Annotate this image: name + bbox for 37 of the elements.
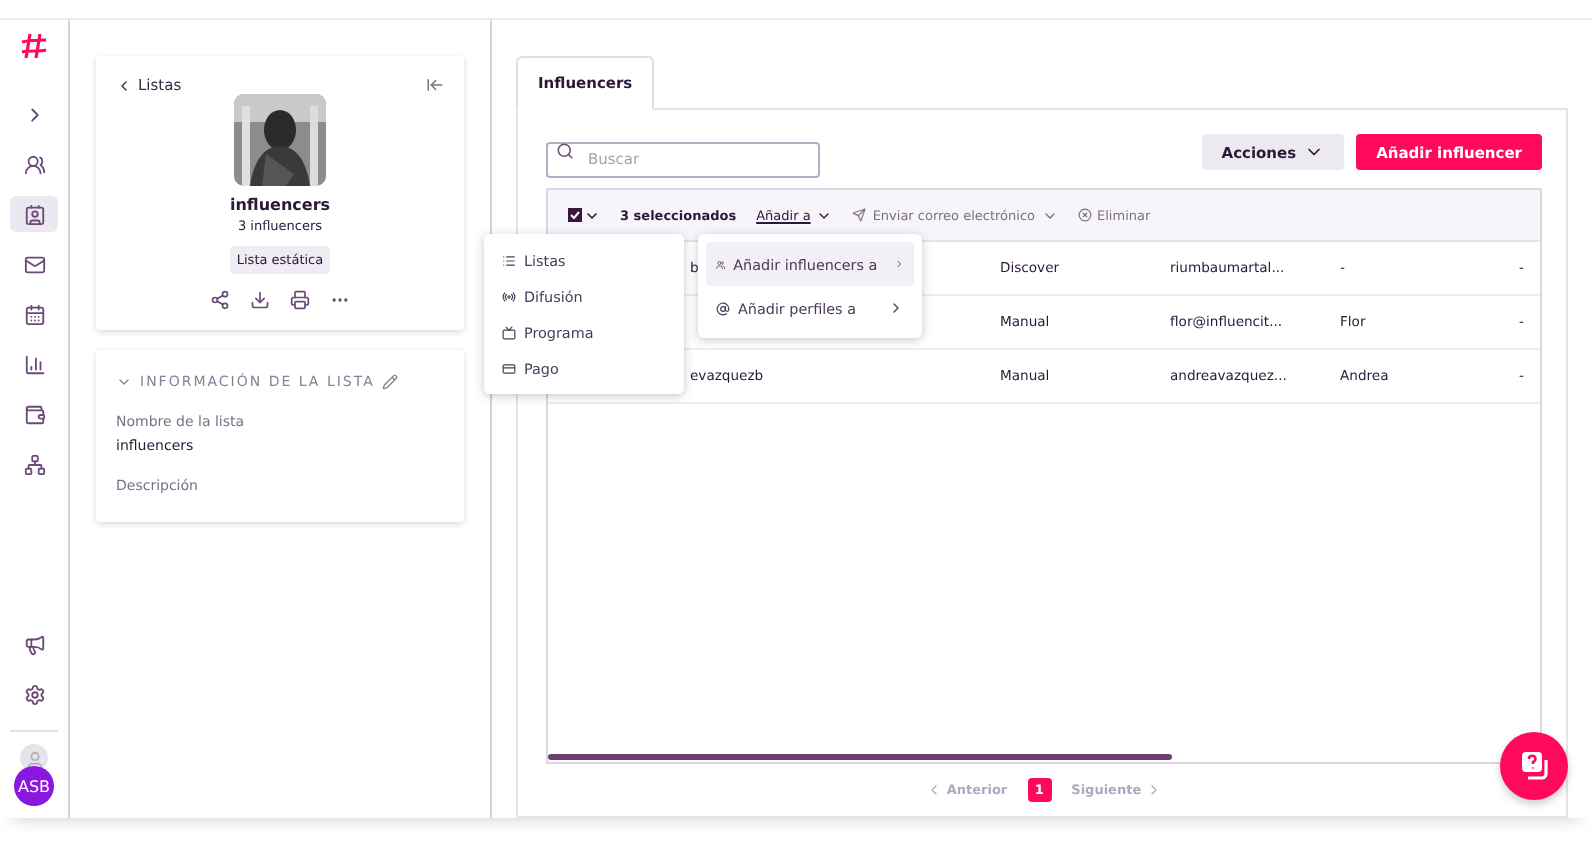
- edit-icon[interactable]: [382, 374, 399, 390]
- share-icon[interactable]: [210, 290, 230, 310]
- megaphone-icon: [23, 633, 45, 655]
- logo-icon[interactable]: [20, 32, 48, 60]
- print-icon[interactable]: [290, 290, 310, 310]
- broadcast-icon: [502, 289, 516, 303]
- close-circle-icon: [1077, 208, 1092, 222]
- send-icon: [852, 208, 867, 222]
- bar-chart-icon: [23, 353, 45, 375]
- users-icon: [23, 153, 45, 175]
- search-icon: [556, 142, 574, 160]
- calendar-icon: [23, 303, 45, 325]
- users-icon: [716, 257, 726, 271]
- chevron-icon: [888, 300, 904, 316]
- chevron-icon[interactable]: [116, 374, 132, 390]
- wallet-icon: [23, 403, 45, 425]
- contact-book-button[interactable]: [10, 196, 58, 232]
- list-name: influencers: [229, 196, 331, 214]
- chevron-left-icon: [116, 77, 132, 93]
- screen-icon: [502, 325, 516, 339]
- list-icon: [502, 253, 516, 267]
- card-icon: [502, 361, 516, 375]
- user-silhouette-icon: [20, 744, 48, 772]
- at-icon: [716, 301, 730, 315]
- collapse-icon[interactable]: [426, 76, 444, 94]
- network-icon: [23, 453, 45, 475]
- download-icon[interactable]: [250, 290, 270, 310]
- help-icon: [1518, 750, 1550, 782]
- mail-icon: [23, 253, 45, 275]
- select-checkbox[interactable]: [568, 208, 582, 222]
- scrollbar-thumb[interactable]: [548, 754, 1172, 760]
- caret-icon[interactable]: [584, 207, 600, 223]
- user-avatar[interactable]: ASB: [14, 766, 54, 806]
- contact-book-icon: [23, 203, 45, 225]
- chevron-icon: [893, 256, 904, 272]
- settings-icon: [23, 683, 45, 705]
- help-button[interactable]: [1500, 732, 1568, 800]
